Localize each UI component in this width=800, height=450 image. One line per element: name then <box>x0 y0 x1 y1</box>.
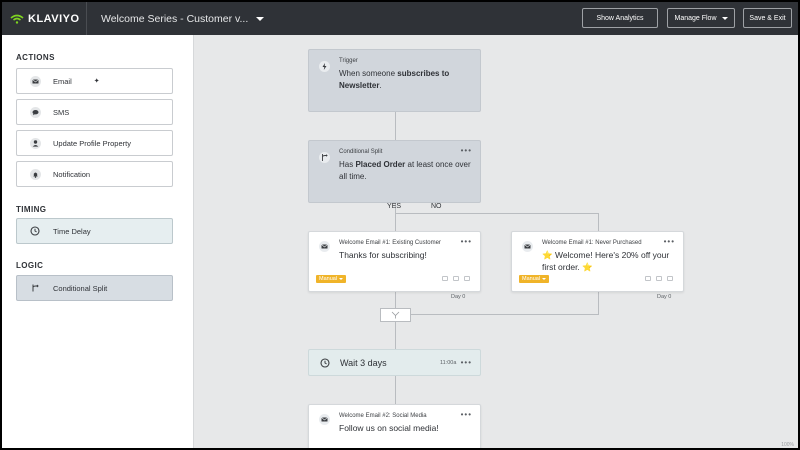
sidebar-item-update-profile-property[interactable]: Update Profile Property <box>16 130 173 156</box>
preview-icon <box>645 276 651 281</box>
sidebar-item-sms[interactable]: SMS <box>16 99 173 125</box>
no-branch-label: NO <box>431 203 442 210</box>
trigger-text: When someone subscribes to Newsletter. <box>339 69 450 90</box>
analytics-icon <box>453 276 459 281</box>
delay-time: 11:00a <box>440 360 457 366</box>
connector-line <box>395 376 396 404</box>
chevron-down-icon <box>339 278 344 280</box>
day-label: Day 0 <box>657 294 672 300</box>
sidebar-item-label: Update Profile Property <box>53 138 131 148</box>
preview-icon <box>442 276 448 281</box>
filter-icon <box>464 276 470 281</box>
day-label: Day 0 <box>451 294 466 300</box>
sidebar-item-label: Email <box>53 76 72 86</box>
sidebar-item-time-delay[interactable]: Time Delay <box>16 218 173 244</box>
trigger-label: Trigger <box>339 58 358 64</box>
time-delay-node[interactable]: Wait 3 days 11:00a ••• <box>308 349 481 376</box>
zoom-level: 100% <box>781 442 794 448</box>
bell-icon <box>17 168 53 180</box>
timing-section-title: TIMING <box>16 205 47 214</box>
email-label: Welcome Email #1: Never Purchased <box>542 240 642 246</box>
sidebar-item-label: SMS <box>53 107 70 117</box>
manual-status-badge[interactable]: Manual <box>519 275 550 283</box>
yes-branch-label: YES <box>387 203 402 210</box>
email-stats-icons <box>645 276 673 281</box>
connector-line <box>395 322 396 349</box>
sidebar-item-conditional-split[interactable]: Conditional Split <box>16 275 173 301</box>
lightning-icon <box>319 61 330 72</box>
split-text: Has Placed Order at least once over all … <box>339 160 471 181</box>
sidebar-item-email[interactable]: Email ✦ <box>16 68 173 94</box>
delay-text: Wait 3 days <box>340 358 387 368</box>
email-subject: Follow us on social media! <box>339 423 439 433</box>
more-options-icon[interactable]: ••• <box>461 146 472 155</box>
chevron-down-icon <box>256 16 265 21</box>
flow-title-dropdown[interactable]: Welcome Series - Customer v... <box>101 12 265 25</box>
trigger-node[interactable]: Trigger When someone subscribes to Newsl… <box>308 49 481 112</box>
wifi-logo-icon <box>10 14 24 24</box>
connector-line <box>598 292 599 314</box>
envelope-icon <box>319 241 330 252</box>
sidebar-item-label: Conditional Split <box>53 283 108 293</box>
email-label: Welcome Email #1: Existing Customer <box>339 240 441 246</box>
cursor-icon: ✦ <box>93 78 100 85</box>
chevron-down-icon <box>721 16 728 20</box>
manual-status-badge[interactable]: Manual <box>316 275 347 283</box>
email-stats-icons <box>442 276 470 281</box>
email-subject: ⭐ Welcome! Here's 20% off your first ord… <box>542 250 670 272</box>
sidebar-item-label: Notification <box>53 169 91 179</box>
klaviyo-logo[interactable]: KLAVIYO <box>10 13 80 25</box>
email-subject: Thanks for subscribing! <box>339 250 427 260</box>
actions-section-title: ACTIONS <box>16 53 55 62</box>
analytics-icon <box>656 276 662 281</box>
top-bar: KLAVIYO Welcome Series - Customer v... S… <box>2 2 798 35</box>
app-window: KLAVIYO Welcome Series - Customer v... S… <box>2 2 798 448</box>
sidebar: ACTIONS Email ✦ SMS Update Profile Prope… <box>2 35 194 448</box>
connector-line <box>395 112 396 140</box>
clock-icon <box>17 226 53 236</box>
merge-icon <box>391 311 400 319</box>
filter-icon <box>667 276 673 281</box>
split-label: Conditional Split <box>339 149 383 155</box>
connector-line <box>395 292 396 308</box>
email-node-social-media[interactable]: Welcome Email #2: Social Media ••• Follo… <box>308 404 481 448</box>
email-node-existing-customer[interactable]: Welcome Email #1: Existing Customer ••• … <box>308 231 481 292</box>
chat-bubble-icon <box>17 106 53 118</box>
more-options-icon[interactable]: ••• <box>461 358 472 367</box>
show-analytics-label: Show Analytics <box>596 14 644 22</box>
brand-name: KLAVIYO <box>28 12 80 25</box>
manage-flow-label: Manage Flow <box>674 14 717 22</box>
manage-flow-button[interactable]: Manage Flow <box>667 8 735 28</box>
connector-line <box>410 314 599 315</box>
more-options-icon[interactable]: ••• <box>461 410 472 419</box>
topbar-divider <box>86 2 87 35</box>
conditional-split-node[interactable]: Conditional Split ••• Has Placed Order a… <box>308 140 481 203</box>
envelope-icon <box>319 414 330 425</box>
sidebar-item-notification[interactable]: Notification <box>16 161 173 187</box>
more-options-icon[interactable]: ••• <box>664 237 675 246</box>
flow-title: Welcome Series - Customer v... <box>101 12 249 25</box>
sidebar-item-label: Time Delay <box>53 226 91 236</box>
email-label: Welcome Email #2: Social Media <box>339 413 427 419</box>
envelope-icon <box>17 75 53 87</box>
save-exit-label: Save & Exit <box>749 14 786 22</box>
show-analytics-button[interactable]: Show Analytics <box>582 8 658 28</box>
logic-section-title: LOGIC <box>16 261 44 270</box>
envelope-icon <box>522 241 533 252</box>
save-exit-button[interactable]: Save & Exit <box>743 8 792 28</box>
email-node-never-purchased[interactable]: Welcome Email #1: Never Purchased ••• ⭐ … <box>511 231 684 292</box>
person-icon <box>17 137 53 149</box>
chevron-down-icon <box>542 278 547 280</box>
connector-line <box>598 213 599 231</box>
split-icon <box>319 152 330 163</box>
connector-line <box>395 213 598 214</box>
merge-node[interactable] <box>380 308 411 322</box>
more-options-icon[interactable]: ••• <box>461 237 472 246</box>
split-icon <box>17 283 53 293</box>
flow-canvas[interactable]: Trigger When someone subscribes to Newsl… <box>195 35 798 448</box>
clock-icon <box>320 358 330 368</box>
